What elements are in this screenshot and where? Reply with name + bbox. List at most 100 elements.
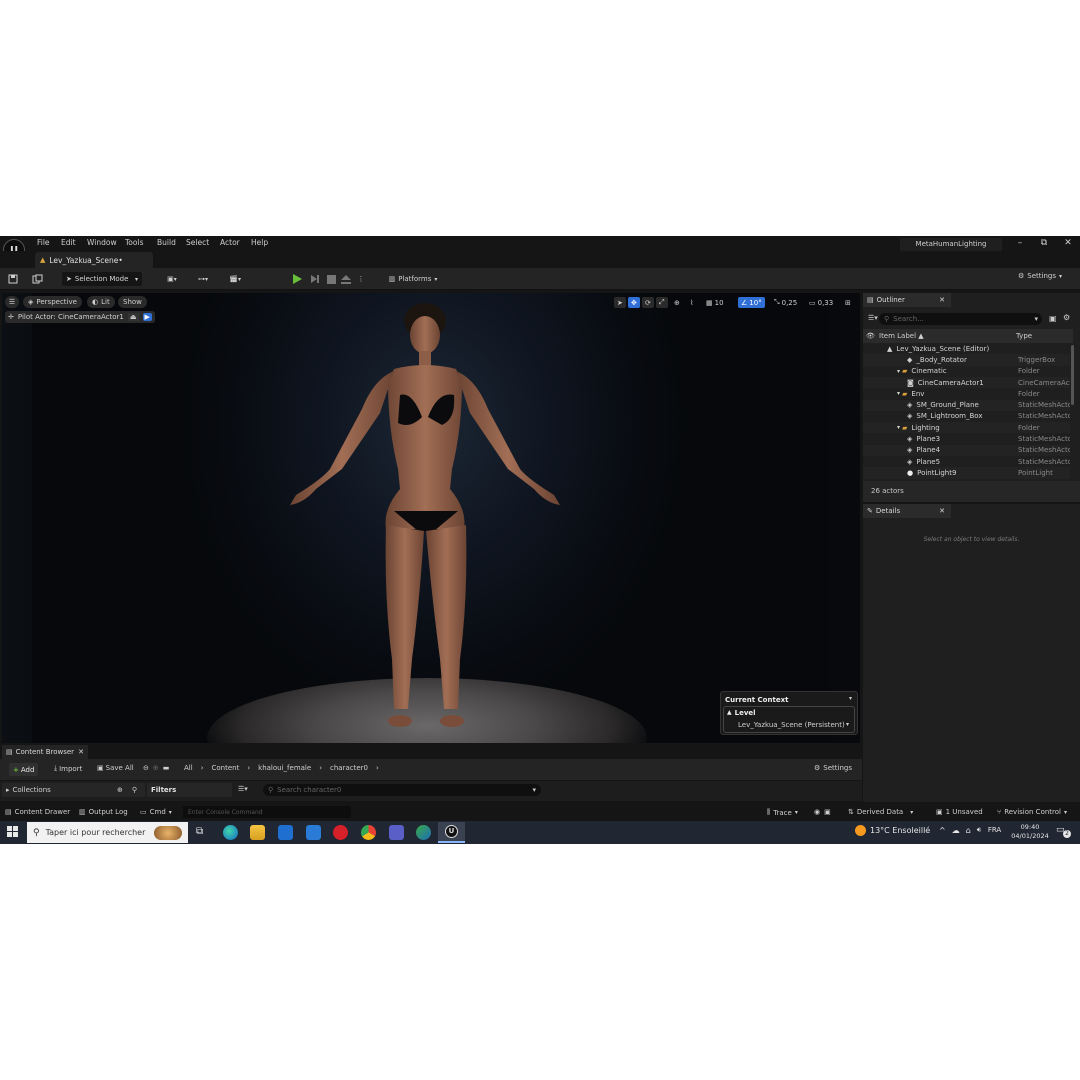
edge-icon[interactable] [223, 825, 238, 840]
close-button[interactable]: ✕ [1056, 237, 1080, 251]
level-tab[interactable]: ▲ Lev_Yazkua_Scene• [35, 252, 153, 268]
play-options-icon[interactable]: ⋮ [356, 272, 366, 286]
chevron-down-icon[interactable]: ▾ [897, 390, 900, 397]
angle-snap-button[interactable]: ∠ 10° [738, 297, 765, 308]
chevron-down-icon[interactable]: ▾ [897, 424, 900, 431]
content-search-input[interactable]: ⚲ Search character0 ▾ [263, 784, 541, 796]
breadcrumb-all[interactable]: All [184, 764, 193, 772]
outliner-row[interactable]: ▾ ▰ Lighting Folder [863, 422, 1070, 434]
outliner-row[interactable]: ◈ Plane5 StaticMeshActor [863, 456, 1070, 467]
close-icon[interactable]: ✕ [939, 507, 945, 515]
breadcrumb-character0[interactable]: character0 [330, 764, 368, 772]
level-selector[interactable]: ▲ Level Lev_Yazkua_Scene (Persistent) ▾ [723, 706, 855, 733]
content-drawer-button[interactable]: ▤ Content Drawer [5, 808, 70, 816]
show-button[interactable]: Show [118, 296, 147, 308]
output-log-button[interactable]: ▥ Output Log [79, 808, 128, 816]
forward-icon[interactable]: ⊕ [153, 764, 159, 772]
add-actor-icon[interactable]: ▣ ▾ [160, 272, 184, 286]
taskbar-search-input[interactable]: ⚲ Taper ici pour rechercher [27, 822, 188, 843]
outliner-row[interactable]: ◈ Plane4 StaticMeshActor [863, 444, 1070, 456]
mail-icon[interactable] [306, 825, 321, 840]
taskbar-clock[interactable]: 09:40 04/01/2024 [1009, 823, 1051, 841]
stop-icon[interactable] [324, 272, 338, 286]
outliner-search-input[interactable]: ⚲ Search... ▾ [879, 313, 1042, 325]
world-space-icon[interactable]: ⊕ [674, 297, 680, 308]
blueprint-icon[interactable]: ⊶ ▾ [191, 272, 215, 286]
save-all-button[interactable]: ▣ Save All [97, 764, 134, 772]
unreal-taskbar-button[interactable]: U [438, 822, 465, 843]
menu-help[interactable]: Help [251, 238, 268, 247]
task-view-icon[interactable]: ⧉ [196, 826, 203, 837]
eject-icon[interactable] [339, 272, 353, 286]
cloud-icon[interactable]: ☁ [952, 826, 960, 835]
teams-icon[interactable] [389, 825, 404, 840]
volume-icon[interactable]: 🔉︎ [977, 825, 982, 835]
grid-snap-button[interactable]: ▦ 10 [706, 297, 724, 308]
eject-pilot-icon[interactable]: ⏏ [127, 313, 139, 321]
revision-control-button[interactable]: ⑂ Revision Control ▾ [997, 808, 1067, 816]
column-type[interactable]: Type [1016, 332, 1032, 340]
menu-build[interactable]: Build [157, 238, 176, 247]
outliner-row[interactable]: ◈ SM_Ground_Plane StaticMeshActor [863, 399, 1070, 411]
visibility-icon[interactable]: 👁︎ [866, 332, 875, 340]
selection-mode-dropdown[interactable]: ➤ Selection Mode ▾ [62, 272, 142, 286]
chrome-icon[interactable] [361, 825, 376, 840]
breadcrumb-khaloui-female[interactable]: khaloui_female [258, 764, 311, 772]
column-item-label[interactable]: Item Label ▲ [879, 332, 924, 340]
app-icon[interactable] [416, 825, 431, 840]
menu-actor[interactable]: Actor [220, 238, 240, 247]
content-settings-button[interactable]: ⚙ Settings [814, 764, 852, 772]
scale-snap-button[interactable]: ⤡ 0,25 [774, 297, 797, 308]
lit-button[interactable]: ◐ Lit [87, 296, 115, 308]
select-tool-icon[interactable]: ➤ [614, 297, 626, 308]
layout-icon[interactable]: ⊞ [845, 297, 851, 308]
scale-tool-icon[interactable]: ⤢ [656, 297, 668, 308]
opera-icon[interactable] [333, 825, 348, 840]
step-icon[interactable] [308, 272, 322, 286]
outliner-row[interactable]: ◙CineCameraActor1 CineCameraActor [863, 376, 1070, 389]
restore-button[interactable]: ⧉ [1032, 237, 1056, 251]
derived-data-button[interactable]: ⇅ Derived Data ▾ [848, 808, 913, 816]
surface-snap-icon[interactable]: ⌇ [690, 297, 693, 308]
details-tab[interactable]: ✎ Details ✕ [863, 504, 951, 518]
camera-lock-icon[interactable]: ▶ [142, 313, 152, 321]
import-button[interactable]: ⤓ Import [54, 764, 82, 773]
language-indicator[interactable]: FRA [988, 826, 1001, 834]
content-browser-tab[interactable]: ▤ Content Browser ✕ [2, 745, 88, 759]
rotate-tool-icon[interactable]: ⟳ [642, 297, 654, 308]
camera-speed-button[interactable]: ▭ 0,33 [809, 297, 833, 308]
level-viewport[interactable]: ☰ ◈ Perspective ◐ Lit Show ✛ Pilot Actor… [2, 293, 860, 743]
file-explorer-icon[interactable] [250, 825, 265, 840]
outliner-row[interactable]: ◈ Plane3 StaticMeshActor [863, 433, 1070, 444]
filter-icon[interactable]: ☰▾ [868, 314, 878, 322]
save-icon[interactable] [6, 272, 20, 286]
outliner-row[interactable]: ◈ SM_Lightroom_Box StaticMeshActor [863, 411, 1070, 422]
add-folder-icon[interactable]: ▣ [1049, 314, 1057, 323]
outliner-row[interactable]: ▾ ▰ Env Folder [863, 388, 1070, 399]
translate-tool-icon[interactable]: ✥ [628, 297, 640, 308]
cinematics-icon[interactable]: 🎬︎ ▾ [223, 272, 247, 286]
viewport-menu-icon[interactable]: ☰ [5, 296, 19, 308]
chevron-down-icon[interactable]: ▾ [897, 368, 900, 375]
close-icon[interactable]: ✕ [939, 296, 945, 304]
cmd-dropdown[interactable]: ▭ Cmd ▾ [140, 808, 172, 816]
search-icon[interactable]: ⚲ [132, 786, 137, 794]
outliner-row[interactable]: ▾ ▰ Cinematic Folder [863, 366, 1070, 377]
platforms-button[interactable]: ▥ Platforms ▾ [385, 272, 441, 286]
outliner-tab[interactable]: ▤ Outliner ✕ [863, 293, 951, 307]
collections-header[interactable]: ▸ Collections ⊕ ⚲ [2, 783, 145, 797]
menu-window[interactable]: Window [87, 238, 117, 247]
network-icon[interactable]: ⌂ [966, 826, 971, 835]
outliner-row[interactable]: ▲ Lev_Yazkua_Scene (Editor) [863, 343, 1070, 354]
store-icon[interactable] [278, 825, 293, 840]
play-icon[interactable] [290, 272, 304, 286]
notification-icon[interactable]: ▭ 2 [1056, 825, 1071, 838]
add-button[interactable]: + Add [9, 763, 39, 776]
camera-icon[interactable]: ▣ [824, 808, 831, 816]
outliner-scrollbar[interactable] [1071, 345, 1074, 405]
back-icon[interactable]: ⊖ [143, 764, 149, 772]
windows-start-icon[interactable] [7, 826, 18, 837]
console-command-input[interactable]: Enter Console Command [183, 806, 351, 818]
weather-widget[interactable]: 13°C Ensoleillé [855, 825, 930, 836]
menu-file[interactable]: File [37, 238, 50, 247]
